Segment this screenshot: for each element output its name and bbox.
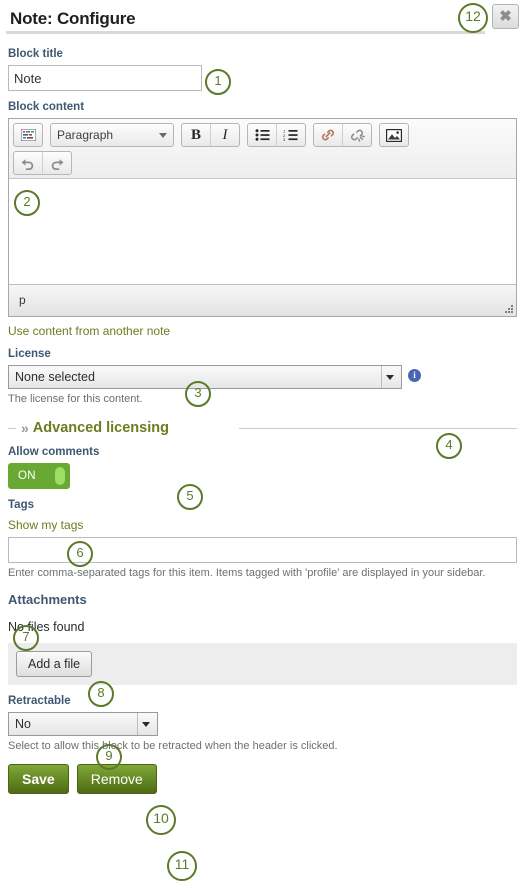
license-select-value: None selected xyxy=(15,370,95,384)
link-group xyxy=(313,123,372,147)
header-divider xyxy=(6,31,485,34)
allow-comments-state: ON xyxy=(18,470,36,482)
retractable-select[interactable]: No xyxy=(8,712,158,736)
italic-icon: I xyxy=(222,126,228,143)
save-button[interactable]: Save xyxy=(8,764,69,794)
source-group xyxy=(13,123,43,147)
retractable-select-value: No xyxy=(15,717,31,731)
list-group: 1 2 3 xyxy=(247,123,306,147)
undo-icon xyxy=(21,159,34,170)
undo-button[interactable] xyxy=(14,152,42,174)
retractable-help-text: Select to allow this block to be retract… xyxy=(8,740,338,752)
tags-help-text: Enter comma-separated tags for this item… xyxy=(8,567,486,579)
retractable-label: Retractable xyxy=(8,695,71,707)
license-select[interactable]: None selected xyxy=(8,365,402,389)
chevron-down-icon xyxy=(381,366,397,388)
history-group xyxy=(13,151,72,175)
license-row: None selected i xyxy=(8,365,517,389)
close-button[interactable]: ✖ xyxy=(492,4,519,29)
license-help-text: The license for this content. xyxy=(8,393,143,405)
bold-button[interactable]: B xyxy=(182,124,210,146)
format-select-group: Paragraph xyxy=(50,123,174,147)
configure-note-dialog: Note: Configure ✖ Block title Block cont… xyxy=(0,0,525,888)
chevron-right-double-icon: » xyxy=(21,420,29,436)
no-files-found-text: No files found xyxy=(8,620,85,634)
editor-body[interactable] xyxy=(9,179,516,285)
unlink-button[interactable] xyxy=(342,124,371,146)
info-icon[interactable]: i xyxy=(408,368,421,382)
link-icon xyxy=(321,129,335,141)
editor-toolbar: Paragraph B I 1 2 3 xyxy=(9,119,516,179)
numbered-list-button[interactable]: 1 2 3 xyxy=(276,124,305,146)
show-my-tags-row: Show my tags xyxy=(8,518,517,532)
use-content-from-another-note-link[interactable]: Use content from another note xyxy=(8,324,170,338)
use-content-row: Use content from another note xyxy=(8,324,517,338)
block-content-label: Block content xyxy=(8,101,85,113)
annotation-bubble-11: 11 xyxy=(167,851,197,881)
svg-text:3: 3 xyxy=(283,137,286,141)
bullet-list-button[interactable] xyxy=(248,124,276,146)
unlink-icon xyxy=(351,129,365,142)
image-group xyxy=(379,123,409,147)
resize-handle-icon[interactable] xyxy=(503,303,513,313)
image-icon xyxy=(386,128,402,142)
collapsible-lead-rule xyxy=(8,427,16,429)
collapsible-tail-rule xyxy=(238,427,517,429)
tags-input[interactable] xyxy=(8,537,517,563)
page-title: Note: Configure xyxy=(10,9,136,28)
chevron-down-icon xyxy=(159,132,167,138)
license-label: License xyxy=(8,348,51,360)
text-style-group: B I xyxy=(181,123,240,147)
numbered-list-icon: 1 2 3 xyxy=(283,129,298,141)
italic-button[interactable]: I xyxy=(210,124,239,146)
source-code-button[interactable] xyxy=(14,124,42,146)
tags-label: Tags xyxy=(8,499,34,511)
show-my-tags-link[interactable]: Show my tags xyxy=(8,518,83,532)
advanced-licensing-toggle[interactable]: » Advanced licensing xyxy=(8,420,517,436)
bold-icon: B xyxy=(190,126,201,143)
advanced-licensing-label: Advanced licensing xyxy=(32,420,169,436)
editor-toolbar-row-2 xyxy=(13,150,512,176)
redo-icon xyxy=(51,159,64,170)
form-actions: Save Remove xyxy=(8,764,517,794)
editor-status-bar: p xyxy=(9,285,516,316)
redo-button[interactable] xyxy=(42,152,71,174)
image-button[interactable] xyxy=(380,124,408,146)
format-select-value: Paragraph xyxy=(57,128,114,142)
block-title-input[interactable] xyxy=(8,65,202,91)
annotation-bubble-10: 10 xyxy=(146,805,176,835)
editor-element-path: p xyxy=(19,293,26,307)
close-icon: ✖ xyxy=(499,8,512,25)
add-a-file-button[interactable]: Add a file xyxy=(16,651,93,677)
source-code-icon xyxy=(20,129,36,141)
allow-comments-toggle[interactable]: ON xyxy=(8,463,70,489)
editor-toolbar-row-1: Paragraph B I 1 2 3 xyxy=(13,122,512,148)
link-button[interactable] xyxy=(314,124,342,146)
bullet-list-icon xyxy=(255,129,269,141)
attachments-heading: Attachments xyxy=(8,592,87,607)
format-select[interactable]: Paragraph xyxy=(51,124,173,146)
allow-comments-label: Allow comments xyxy=(8,446,100,458)
remove-button[interactable]: Remove xyxy=(76,764,157,794)
form-content: Block title Block content xyxy=(0,47,525,794)
wysiwyg-editor: Paragraph B I 1 2 3 p xyxy=(8,118,517,317)
dialog-header: Note: Configure ✖ xyxy=(0,0,525,38)
toggle-knob xyxy=(55,467,65,485)
chevron-down-icon xyxy=(137,713,153,735)
attachments-panel: Add a file xyxy=(8,643,517,685)
block-title-label: Block title xyxy=(8,48,63,60)
